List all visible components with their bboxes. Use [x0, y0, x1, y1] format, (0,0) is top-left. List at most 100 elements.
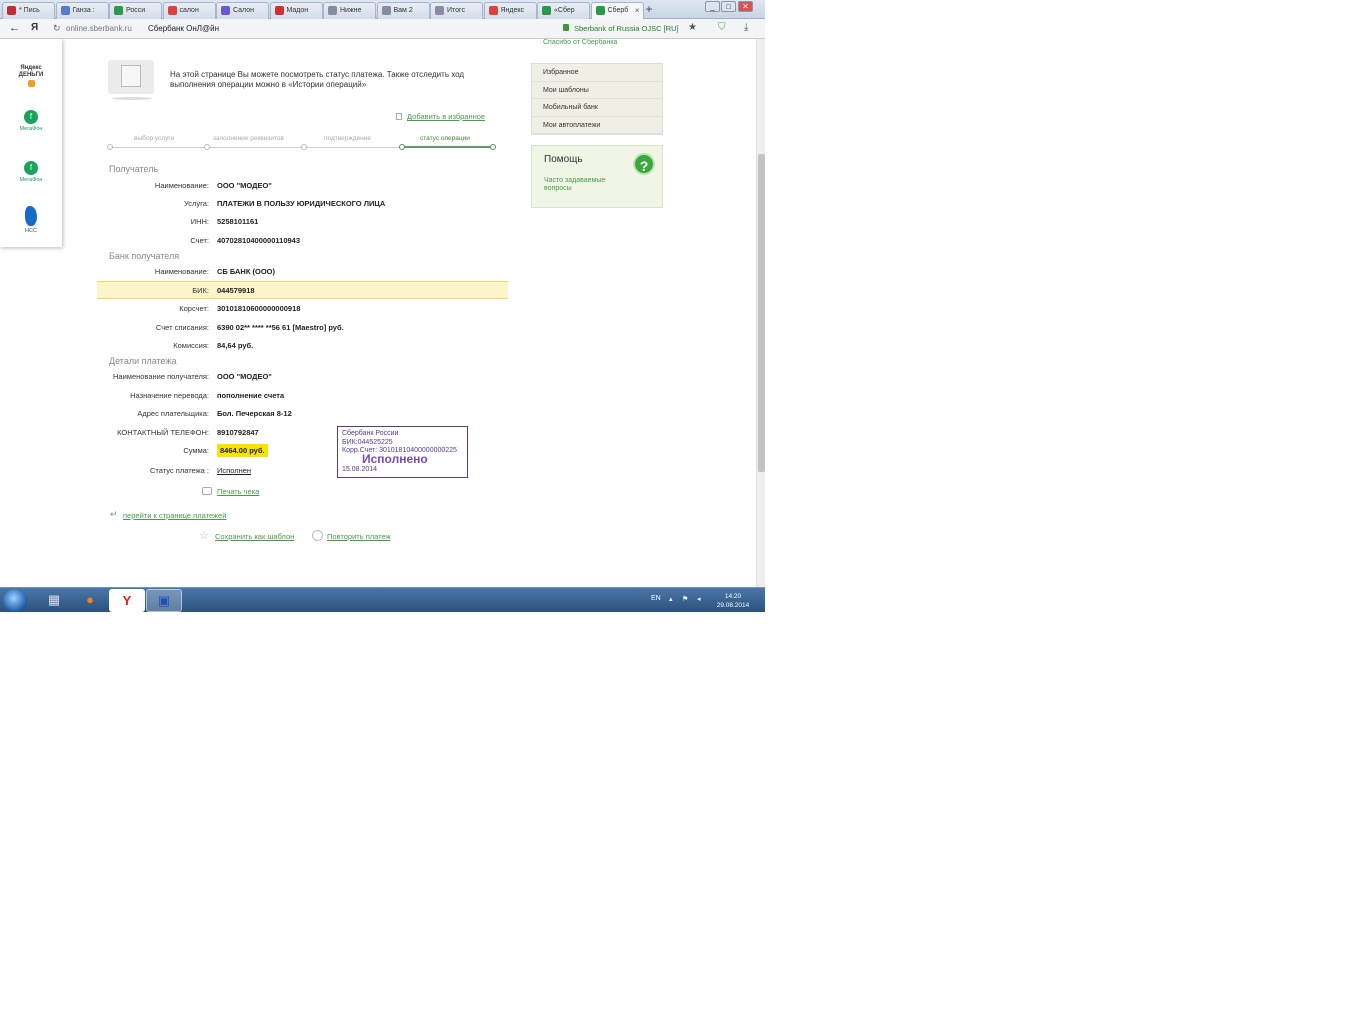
reload-icon[interactable]: ↻ — [53, 23, 61, 34]
tab-label: Ганза : — [72, 7, 95, 14]
row-name: Наименование: ООО "МОДЕО" — [96, 177, 516, 195]
sidebar-item-favorites[interactable]: Избранное — [532, 64, 662, 82]
value: ПЛАТЕЖИ В ПОЛЬЗУ ЮРИДИЧЕСКОГО ЛИЦА — [217, 199, 386, 208]
tray-arrow-icon[interactable]: ▴ — [669, 595, 673, 603]
browser-tab[interactable]: Росси — [109, 2, 162, 19]
repeat-payment-link[interactable]: Повторить платеж — [327, 532, 391, 541]
repeat-icon — [312, 530, 323, 541]
row-bik: БИК: 044579918 — [97, 281, 508, 299]
scrollbar-thumb[interactable] — [758, 154, 765, 472]
save-template-link[interactable]: Сохранить как шаблон — [215, 532, 294, 541]
browser-tab[interactable]: Ганза : — [55, 2, 109, 19]
close-window-button[interactable]: ✕ — [738, 1, 753, 12]
language-indicator[interactable]: EN — [651, 595, 661, 602]
megafon-icon: f — [24, 110, 38, 124]
promo-nss[interactable]: НСС — [8, 206, 54, 234]
promo-megafon-2[interactable]: f МегаФон — [8, 161, 54, 183]
section-bank: Банк получателя — [109, 251, 180, 261]
sum-value: 8464.00 руб. — [217, 444, 268, 457]
stamp-line: БИК:044525225 — [342, 438, 393, 446]
yandex-icon[interactable]: Я — [31, 22, 38, 33]
step-dot — [204, 144, 210, 150]
back-to-payments-link[interactable]: перейти к странице платежей — [123, 511, 226, 520]
thanks-link[interactable]: Спасибо от Сбербанка — [543, 39, 617, 46]
browser-tab[interactable]: «Сбер — [537, 2, 590, 19]
clock[interactable]: 14:20 29.08.2014 — [710, 592, 756, 610]
label: Услуга: — [184, 199, 209, 208]
url-field[interactable]: online.sberbank.ru — [66, 24, 132, 33]
volume-icon[interactable]: ◂ — [697, 595, 701, 603]
browser-tab[interactable]: Мадон — [269, 2, 323, 19]
sidebar-item-mobile-bank[interactable]: Мобильный банк — [532, 99, 662, 117]
back-arrow-icon[interactable]: ← — [9, 22, 20, 34]
value: 044579918 — [217, 286, 255, 295]
tab-favicon-icon — [274, 6, 284, 15]
stamp-date: 15.08.2014 — [342, 466, 378, 473]
label: БИК: — [192, 286, 209, 295]
security-label[interactable]: Sberbank of Russia OJSC [RU] — [574, 24, 679, 33]
value: 5258101161 — [217, 217, 259, 226]
browser-tab-strip: * Пись Ганза : Росси салон Салон Мадон Нижне Ва… — [0, 0, 765, 20]
yandex-browser-icon[interactable]: Y — [109, 589, 145, 612]
label: Комиссия: — [173, 341, 209, 350]
new-tab-button[interactable]: + — [641, 3, 657, 18]
sidebar-item-templates[interactable]: Мои шаблоны — [532, 82, 662, 99]
browser-tab[interactable]: Итогс — [430, 2, 483, 19]
browser-tab[interactable]: Салон — [216, 2, 269, 19]
label: ИНН: — [190, 217, 209, 226]
value: ООО "МОДЕО" — [217, 181, 272, 190]
firefox-icon[interactable]: ● — [72, 589, 108, 612]
nss-icon — [25, 206, 37, 226]
tab-label: Салон — [233, 7, 254, 14]
print-receipt-link[interactable]: Печать чека — [217, 487, 259, 496]
address-bar: ← Я ↻ online.sberbank.ru Сбербанк ОнЛ@йн… — [0, 19, 765, 39]
tab-label: Вам 2 — [393, 7, 413, 14]
maximize-button[interactable]: □ — [721, 1, 736, 12]
browser-tab[interactable]: Яндекс — [483, 2, 537, 19]
browser-tab[interactable]: Сберб × — [590, 2, 644, 20]
promo-megafon-1[interactable]: f МегаФон — [8, 110, 54, 132]
sidebar-menu: Избранное Мои шаблоны Мобильный банк Мои… — [531, 63, 663, 135]
browser-tab[interactable]: * Пись — [2, 2, 55, 19]
windows-taskbar: ▦ ● Y ▣ EN ▴ ⚑ ◂ 14:20 29.08.2014 — [0, 587, 765, 612]
tab-favicon-icon — [167, 6, 177, 15]
tab-label: Яндекс — [500, 7, 525, 14]
flag-icon[interactable]: ⚑ — [682, 595, 688, 603]
promo-label: Яндекс ДЕНЬГИ — [18, 65, 44, 78]
bookmark-star-icon[interactable]: ★ — [688, 22, 697, 33]
step-label: заполнение реквизитов — [213, 135, 284, 142]
browser-tab[interactable]: Нижне — [323, 2, 376, 19]
tab-favicon-icon — [488, 6, 498, 15]
clock-date: 29.08.2014 — [716, 602, 750, 609]
add-favorite-link[interactable]: Добавить в избранное — [407, 112, 485, 121]
tab-label: салон — [179, 7, 199, 14]
section-recipient: Получатель — [109, 164, 159, 174]
network-app-icon[interactable]: ▣ — [146, 589, 182, 612]
status-link[interactable]: Исполнен — [217, 466, 251, 475]
row-bank-name: Наименование: СБ БАНК (ООО) — [96, 263, 516, 281]
calculator-icon[interactable]: ▦ — [36, 589, 72, 612]
tab-favicon-icon — [7, 6, 16, 15]
browser-tab[interactable]: салон — [162, 2, 216, 19]
help-question-icon[interactable]: ? — [633, 153, 655, 175]
label: Наименование получателя: — [113, 372, 209, 381]
download-icon[interactable]: ⤓ — [744, 22, 748, 33]
promo-yandex-money[interactable]: Яндекс ДЕНЬГИ — [8, 65, 54, 87]
tab-label: Итогс — [447, 7, 465, 14]
promo-panel: Яндекс ДЕНЬГИ f МегаФон f МегаФон НСС — [0, 39, 62, 247]
row-service: Услуга: ПЛАТЕЖИ В ПОЛЬЗУ ЮРИДИЧЕСКОГО ЛИ… — [96, 195, 516, 213]
sidebar-item-autopayments[interactable]: Мои автоплатежи — [532, 117, 662, 134]
protect-shield-icon[interactable]: ⛉ — [718, 22, 726, 33]
faq-link[interactable]: Часто задаваемые вопросы — [544, 177, 624, 193]
tab-favicon-icon — [60, 6, 70, 15]
value: 30101810600000000918 — [217, 304, 301, 313]
minimize-button[interactable]: _ — [705, 1, 720, 12]
step-label: подтверждение — [324, 135, 371, 142]
browser-tab[interactable]: Вам 2 — [376, 2, 430, 19]
tab-favicon-icon — [381, 6, 391, 15]
close-tab-icon[interactable]: × — [635, 3, 640, 18]
value: 8910792847 — [217, 428, 259, 437]
vertical-scrollbar[interactable] — [756, 39, 765, 587]
start-button[interactable] — [3, 589, 27, 612]
tab-label: Нижне — [340, 7, 362, 14]
